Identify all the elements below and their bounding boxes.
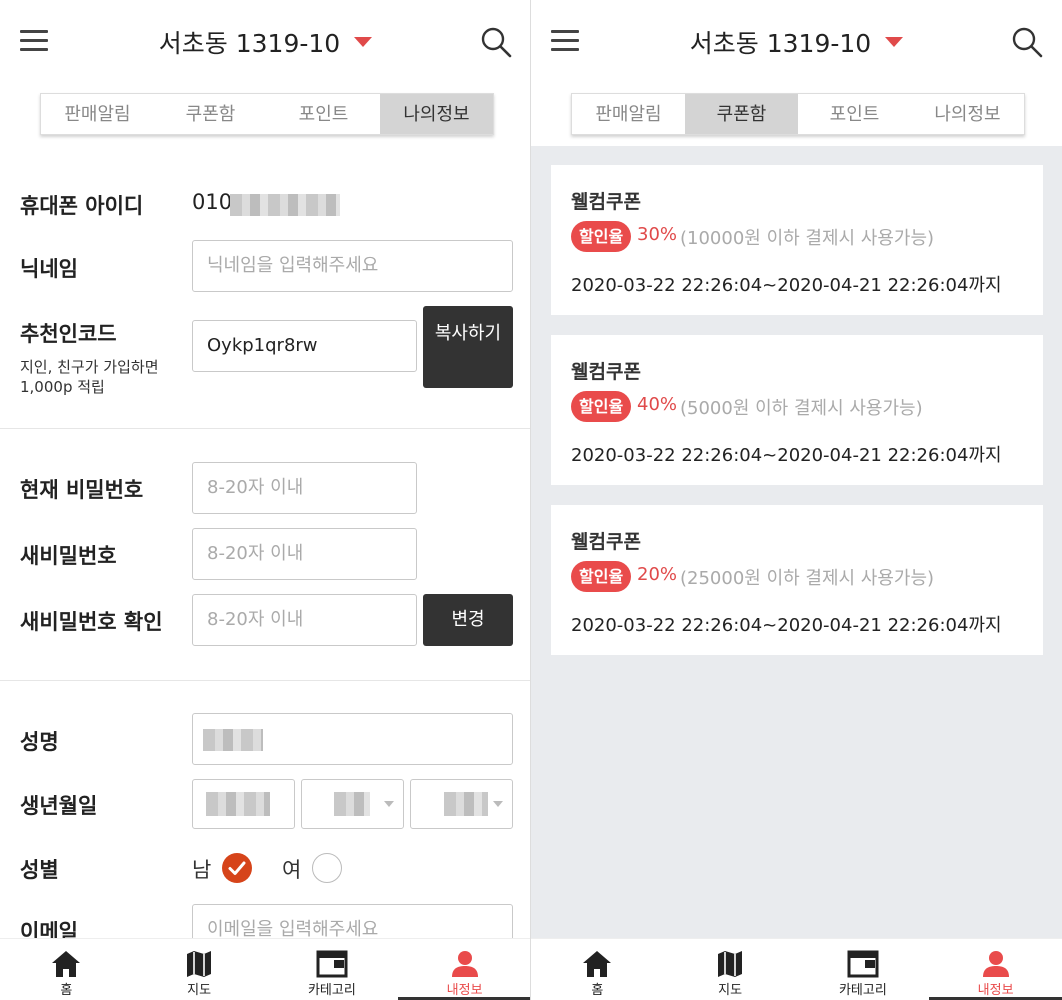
location-selector[interactable]: 서초동 1319-10 bbox=[531, 24, 1062, 60]
masked-phone-digits bbox=[230, 194, 340, 216]
nav-category-label: 카테고리 bbox=[307, 983, 356, 998]
checkmark-icon bbox=[228, 861, 246, 875]
phone-id-value: 010 bbox=[192, 190, 233, 214]
nav-my-info-label: 내정보 bbox=[446, 983, 483, 998]
nav-home[interactable]: 홈 bbox=[0, 939, 133, 1000]
coupon-period: 2020-03-22 22:26:04~2020-04-21 22:26:04까… bbox=[571, 275, 1002, 296]
nav-category[interactable]: 카테고리 bbox=[797, 939, 930, 1000]
copy-button[interactable]: 복사하기 bbox=[423, 306, 513, 388]
nav-category-label: 카테고리 bbox=[838, 983, 887, 998]
gender-male-radio[interactable] bbox=[222, 853, 252, 883]
nav-map-label: 지도 bbox=[718, 983, 743, 998]
tab-bar: 판매알림 쿠폰함 포인트 나의정보 bbox=[40, 93, 494, 135]
coupon-title: 웰컴쿠폰 bbox=[571, 531, 641, 553]
coupon-condition: (10000원 이하 결제시 사용가능) bbox=[680, 228, 935, 249]
map-icon bbox=[187, 951, 212, 977]
new-password-label: 새비밀번호 bbox=[20, 544, 117, 568]
bottom-navigation: 홈 지도 카테고리 내정보 bbox=[531, 938, 1062, 1000]
nav-home-label: 홈 bbox=[591, 983, 604, 998]
nav-my-info[interactable]: 내정보 bbox=[929, 939, 1062, 1000]
tab-coupons[interactable]: 쿠폰함 bbox=[685, 94, 798, 134]
phone-id-label: 휴대폰 아이디 bbox=[20, 194, 144, 218]
masked-birth-month bbox=[334, 792, 370, 816]
tab-bar: 판매알림 쿠폰함 포인트 나의정보 bbox=[571, 93, 1025, 135]
app-header: 서초동 1319-10 bbox=[0, 0, 531, 82]
search-icon[interactable] bbox=[480, 26, 512, 58]
name-label: 성명 bbox=[20, 730, 59, 754]
nickname-label: 닉네임 bbox=[20, 257, 78, 281]
coupon-card[interactable]: 웰컴쿠폰 할인율 20% (25000원 이하 결제시 사용가능) 2020-0… bbox=[551, 505, 1043, 655]
gender-label: 성별 bbox=[20, 858, 59, 882]
masked-birth-day bbox=[444, 792, 488, 816]
coupon-card[interactable]: 웰컴쿠폰 할인율 40% (5000원 이하 결제시 사용가능) 2020-03… bbox=[551, 335, 1043, 485]
category-icon bbox=[316, 950, 348, 978]
gender-male-label: 남 bbox=[192, 858, 212, 882]
coupon-period: 2020-03-22 22:26:04~2020-04-21 22:26:04까… bbox=[571, 445, 1002, 466]
referral-code-label: 추천인코드 bbox=[20, 322, 117, 346]
masked-name bbox=[203, 729, 263, 751]
nav-home-label: 홈 bbox=[60, 983, 73, 998]
coupon-period: 2020-03-22 22:26:04~2020-04-21 22:26:04까… bbox=[571, 615, 1002, 636]
nav-my-info-label: 내정보 bbox=[977, 983, 1014, 998]
search-icon[interactable] bbox=[1011, 26, 1043, 58]
dropdown-arrow-icon bbox=[493, 801, 503, 807]
section-divider bbox=[0, 680, 531, 681]
tab-my-info[interactable]: 나의정보 bbox=[380, 94, 493, 134]
tab-coupons[interactable]: 쿠폰함 bbox=[154, 94, 267, 134]
coupon-condition: (5000원 이하 결제시 사용가능) bbox=[680, 398, 923, 419]
discount-badge: 할인율 bbox=[571, 221, 632, 252]
coupon-list: 웰컴쿠폰 할인율 30% (10000원 이하 결제시 사용가능) 2020-0… bbox=[531, 146, 1062, 946]
discount-percent: 30% bbox=[637, 224, 678, 245]
referral-code-description: 지인, 친구가 가입하면 1,000p 적립 bbox=[20, 358, 159, 396]
nav-map-label: 지도 bbox=[187, 983, 212, 998]
coupon-title: 웰컴쿠폰 bbox=[571, 361, 641, 383]
birthdate-label: 생년월일 bbox=[20, 794, 98, 818]
tab-sales-alert[interactable]: 판매알림 bbox=[41, 94, 154, 134]
caret-down-icon bbox=[885, 37, 904, 47]
dropdown-arrow-icon bbox=[384, 801, 394, 807]
discount-badge: 할인율 bbox=[571, 561, 632, 592]
confirm-password-input[interactable]: 8-20자 이내 bbox=[192, 594, 417, 646]
my-info-screen: 서초동 1319-10 판매알림 쿠폰함 포인트 나의정보 휴대폰 아이디 01… bbox=[0, 0, 531, 1000]
nav-map[interactable]: 지도 bbox=[664, 939, 797, 1000]
tab-sales-alert[interactable]: 판매알림 bbox=[572, 94, 685, 134]
change-password-button[interactable]: 변경 bbox=[423, 594, 513, 646]
home-icon bbox=[52, 951, 81, 977]
referral-code-field[interactable]: Oykp1qr8rw bbox=[192, 320, 417, 372]
user-icon bbox=[451, 951, 478, 977]
location-selector[interactable]: 서초동 1319-10 bbox=[0, 24, 531, 60]
category-icon bbox=[847, 950, 879, 978]
gender-female-radio[interactable] bbox=[312, 853, 342, 883]
map-icon bbox=[718, 951, 743, 977]
nickname-input[interactable]: 닉네임을 입력해주세요 bbox=[192, 240, 513, 292]
nav-map[interactable]: 지도 bbox=[133, 939, 266, 1000]
bottom-navigation: 홈 지도 카테고리 내정보 bbox=[0, 938, 531, 1000]
new-password-input[interactable]: 8-20자 이내 bbox=[192, 528, 417, 580]
section-divider bbox=[0, 428, 531, 429]
masked-birth-year bbox=[206, 792, 270, 816]
location-label: 서초동 1319-10 bbox=[158, 29, 341, 58]
tab-points[interactable]: 포인트 bbox=[798, 94, 911, 134]
gender-female-label: 여 bbox=[282, 858, 302, 882]
discount-percent: 20% bbox=[637, 564, 678, 585]
current-password-label: 현재 비밀번호 bbox=[20, 478, 144, 502]
coupon-screen: 서초동 1319-10 판매알림 쿠폰함 포인트 나의정보 웰컴쿠폰 할인율 3… bbox=[531, 0, 1062, 1000]
coupon-card[interactable]: 웰컴쿠폰 할인율 30% (10000원 이하 결제시 사용가능) 2020-0… bbox=[551, 165, 1043, 315]
confirm-password-label: 새비밀번호 확인 bbox=[20, 610, 163, 634]
nav-home[interactable]: 홈 bbox=[531, 939, 664, 1000]
location-label: 서초동 1319-10 bbox=[689, 29, 872, 58]
home-icon bbox=[583, 951, 612, 977]
app-header: 서초동 1319-10 bbox=[531, 0, 1062, 82]
discount-badge: 할인율 bbox=[571, 391, 632, 422]
nav-my-info[interactable]: 내정보 bbox=[398, 939, 531, 1000]
caret-down-icon bbox=[354, 37, 373, 47]
tab-my-info[interactable]: 나의정보 bbox=[911, 94, 1024, 134]
coupon-condition: (25000원 이하 결제시 사용가능) bbox=[680, 568, 935, 589]
coupon-title: 웰컴쿠폰 bbox=[571, 191, 641, 213]
discount-percent: 40% bbox=[637, 394, 678, 415]
user-icon bbox=[982, 951, 1009, 977]
nav-category[interactable]: 카테고리 bbox=[266, 939, 399, 1000]
current-password-input[interactable]: 8-20자 이내 bbox=[192, 462, 417, 514]
tab-points[interactable]: 포인트 bbox=[267, 94, 380, 134]
